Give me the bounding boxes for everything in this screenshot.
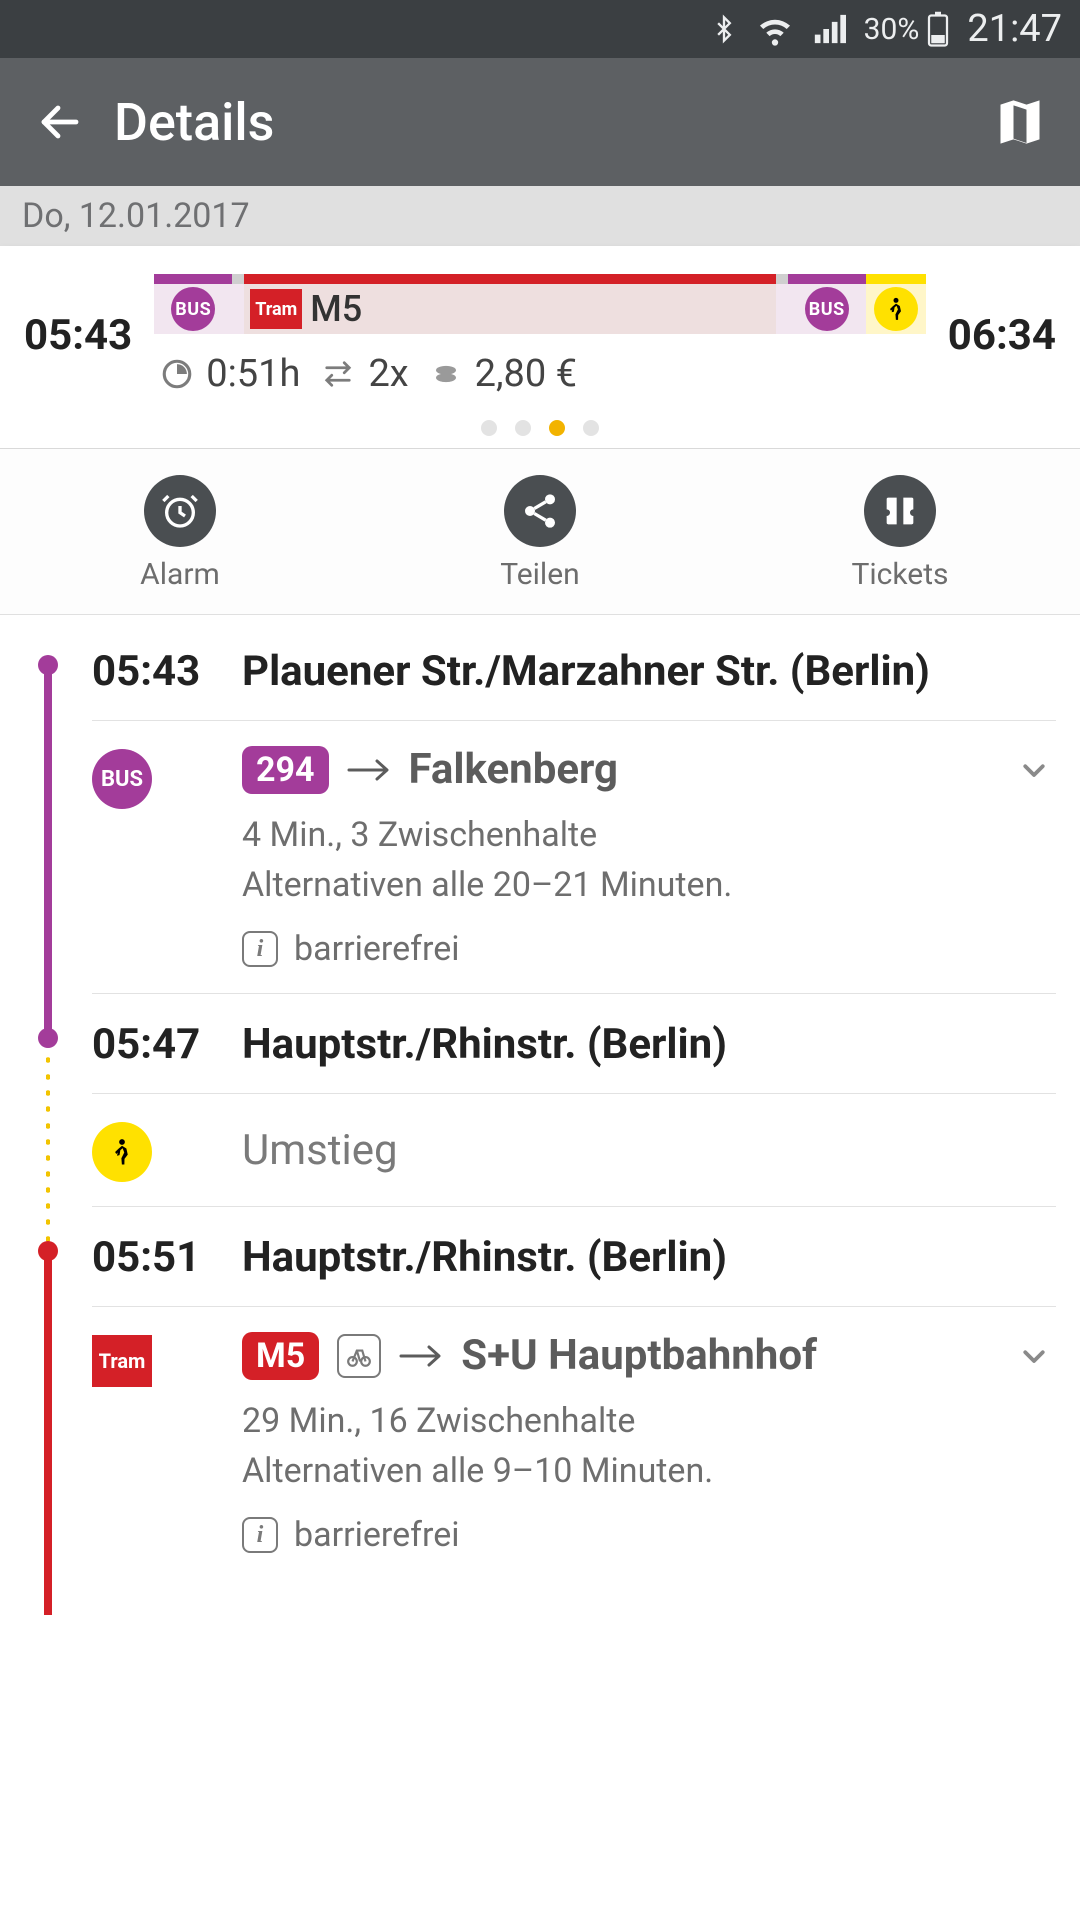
leg-access: barrierefrei xyxy=(294,1515,459,1555)
map-button[interactable] xyxy=(984,86,1056,158)
leg-info-1: 29 Min., 16 Zwischenhalte xyxy=(242,1398,1056,1446)
leg-access: barrierefrei xyxy=(294,929,459,969)
arrow-right-icon xyxy=(347,757,391,783)
back-button[interactable] xyxy=(24,86,96,158)
walk-label: Umstieg xyxy=(242,1126,1056,1175)
pager-dots[interactable] xyxy=(24,420,1056,436)
pager-dot[interactable] xyxy=(481,420,497,436)
actions-row: Alarm Teilen Tickets xyxy=(0,449,1080,615)
info-icon: i xyxy=(242,1517,278,1553)
transfers-icon xyxy=(320,359,356,389)
step-time: 05:47 xyxy=(92,1018,242,1069)
bus-icon: BUS xyxy=(805,287,849,331)
stop-name: Hauptstr./Rhinstr. (Berlin) xyxy=(242,1231,1056,1282)
chevron-down-icon[interactable] xyxy=(1012,1341,1056,1371)
price-icon xyxy=(429,359,463,389)
chevron-down-icon[interactable] xyxy=(1012,755,1056,785)
trip-summary[interactable]: 05:43 BUS Tram M5 BUS xyxy=(0,246,1080,449)
tickets-label: Tickets xyxy=(851,557,948,592)
line-badge: 294 xyxy=(242,746,329,794)
share-button[interactable]: Teilen xyxy=(440,475,640,592)
share-icon xyxy=(504,475,576,547)
status-bar: 30% 21:47 xyxy=(0,0,1080,58)
step-time: 05:51 xyxy=(92,1231,242,1282)
bus-icon: BUS xyxy=(171,287,215,331)
pager-dot[interactable] xyxy=(583,420,599,436)
trip-duration: 0:51h xyxy=(206,352,300,396)
bike-allowed-icon xyxy=(337,1334,381,1378)
battery-status: 30% xyxy=(864,11,950,47)
bluetooth-icon xyxy=(710,10,738,48)
pager-dot[interactable] xyxy=(515,420,531,436)
battery-percent: 30% xyxy=(864,12,920,47)
trip-date: Do, 12.01.2017 xyxy=(22,196,250,236)
alarm-button[interactable]: Alarm xyxy=(80,475,280,592)
app-bar: Details xyxy=(0,58,1080,186)
line-badge: M5 xyxy=(242,1332,319,1380)
pager-dot-active[interactable] xyxy=(549,420,565,436)
tickets-icon xyxy=(864,475,936,547)
walk-icon xyxy=(874,287,918,331)
tram-line-label: M5 xyxy=(310,288,362,330)
tickets-button[interactable]: Tickets xyxy=(800,475,1000,592)
trip-price: 2,80 € xyxy=(475,352,577,396)
tram-icon: Tram xyxy=(250,289,302,329)
step-time: 05:43 xyxy=(92,645,242,696)
segment-bar: BUS Tram M5 BUS xyxy=(154,274,926,334)
share-label: Teilen xyxy=(500,557,579,592)
wifi-icon xyxy=(756,10,794,48)
clock-icon xyxy=(160,357,194,391)
leg-destination: S+U Hauptbahnhof xyxy=(461,1331,817,1380)
leg-info-1: 4 Min., 3 Zwischenhalte xyxy=(242,812,1056,860)
page-title: Details xyxy=(114,92,274,153)
tram-icon: Tram xyxy=(92,1335,152,1387)
alarm-label: Alarm xyxy=(140,557,220,592)
status-clock: 21:47 xyxy=(967,7,1062,51)
leg-info-2: Alternativen alle 20–21 Minuten. xyxy=(242,862,1056,910)
info-icon: i xyxy=(242,931,278,967)
alarm-clock-icon xyxy=(144,475,216,547)
stop-name: Hauptstr./Rhinstr. (Berlin) xyxy=(242,1018,1056,1069)
arrow-right-icon xyxy=(399,1343,443,1369)
leg-info-2: Alternativen alle 9–10 Minuten. xyxy=(242,1448,1056,1496)
leg-destination: Falkenberg xyxy=(409,745,619,794)
leg-header[interactable]: M5 S+U Hauptbahnhof xyxy=(242,1331,1056,1380)
leg-header[interactable]: 294 Falkenberg xyxy=(242,745,1056,794)
arrive-time: 06:34 xyxy=(948,311,1056,360)
signal-icon xyxy=(812,12,846,46)
walk-icon xyxy=(92,1122,152,1182)
trip-changes: 2x xyxy=(368,352,408,396)
bus-icon: BUS xyxy=(92,749,152,809)
journey-list: 05:43 Plauener Str./Marzahner Str. (Berl… xyxy=(0,615,1080,1615)
trip-meta: 0:51h 2x 2,80 € xyxy=(154,352,926,396)
date-bar: Do, 12.01.2017 xyxy=(0,186,1080,246)
stop-name: Plauener Str./Marzahner Str. (Berlin) xyxy=(242,645,1056,696)
depart-time: 05:43 xyxy=(24,311,132,360)
